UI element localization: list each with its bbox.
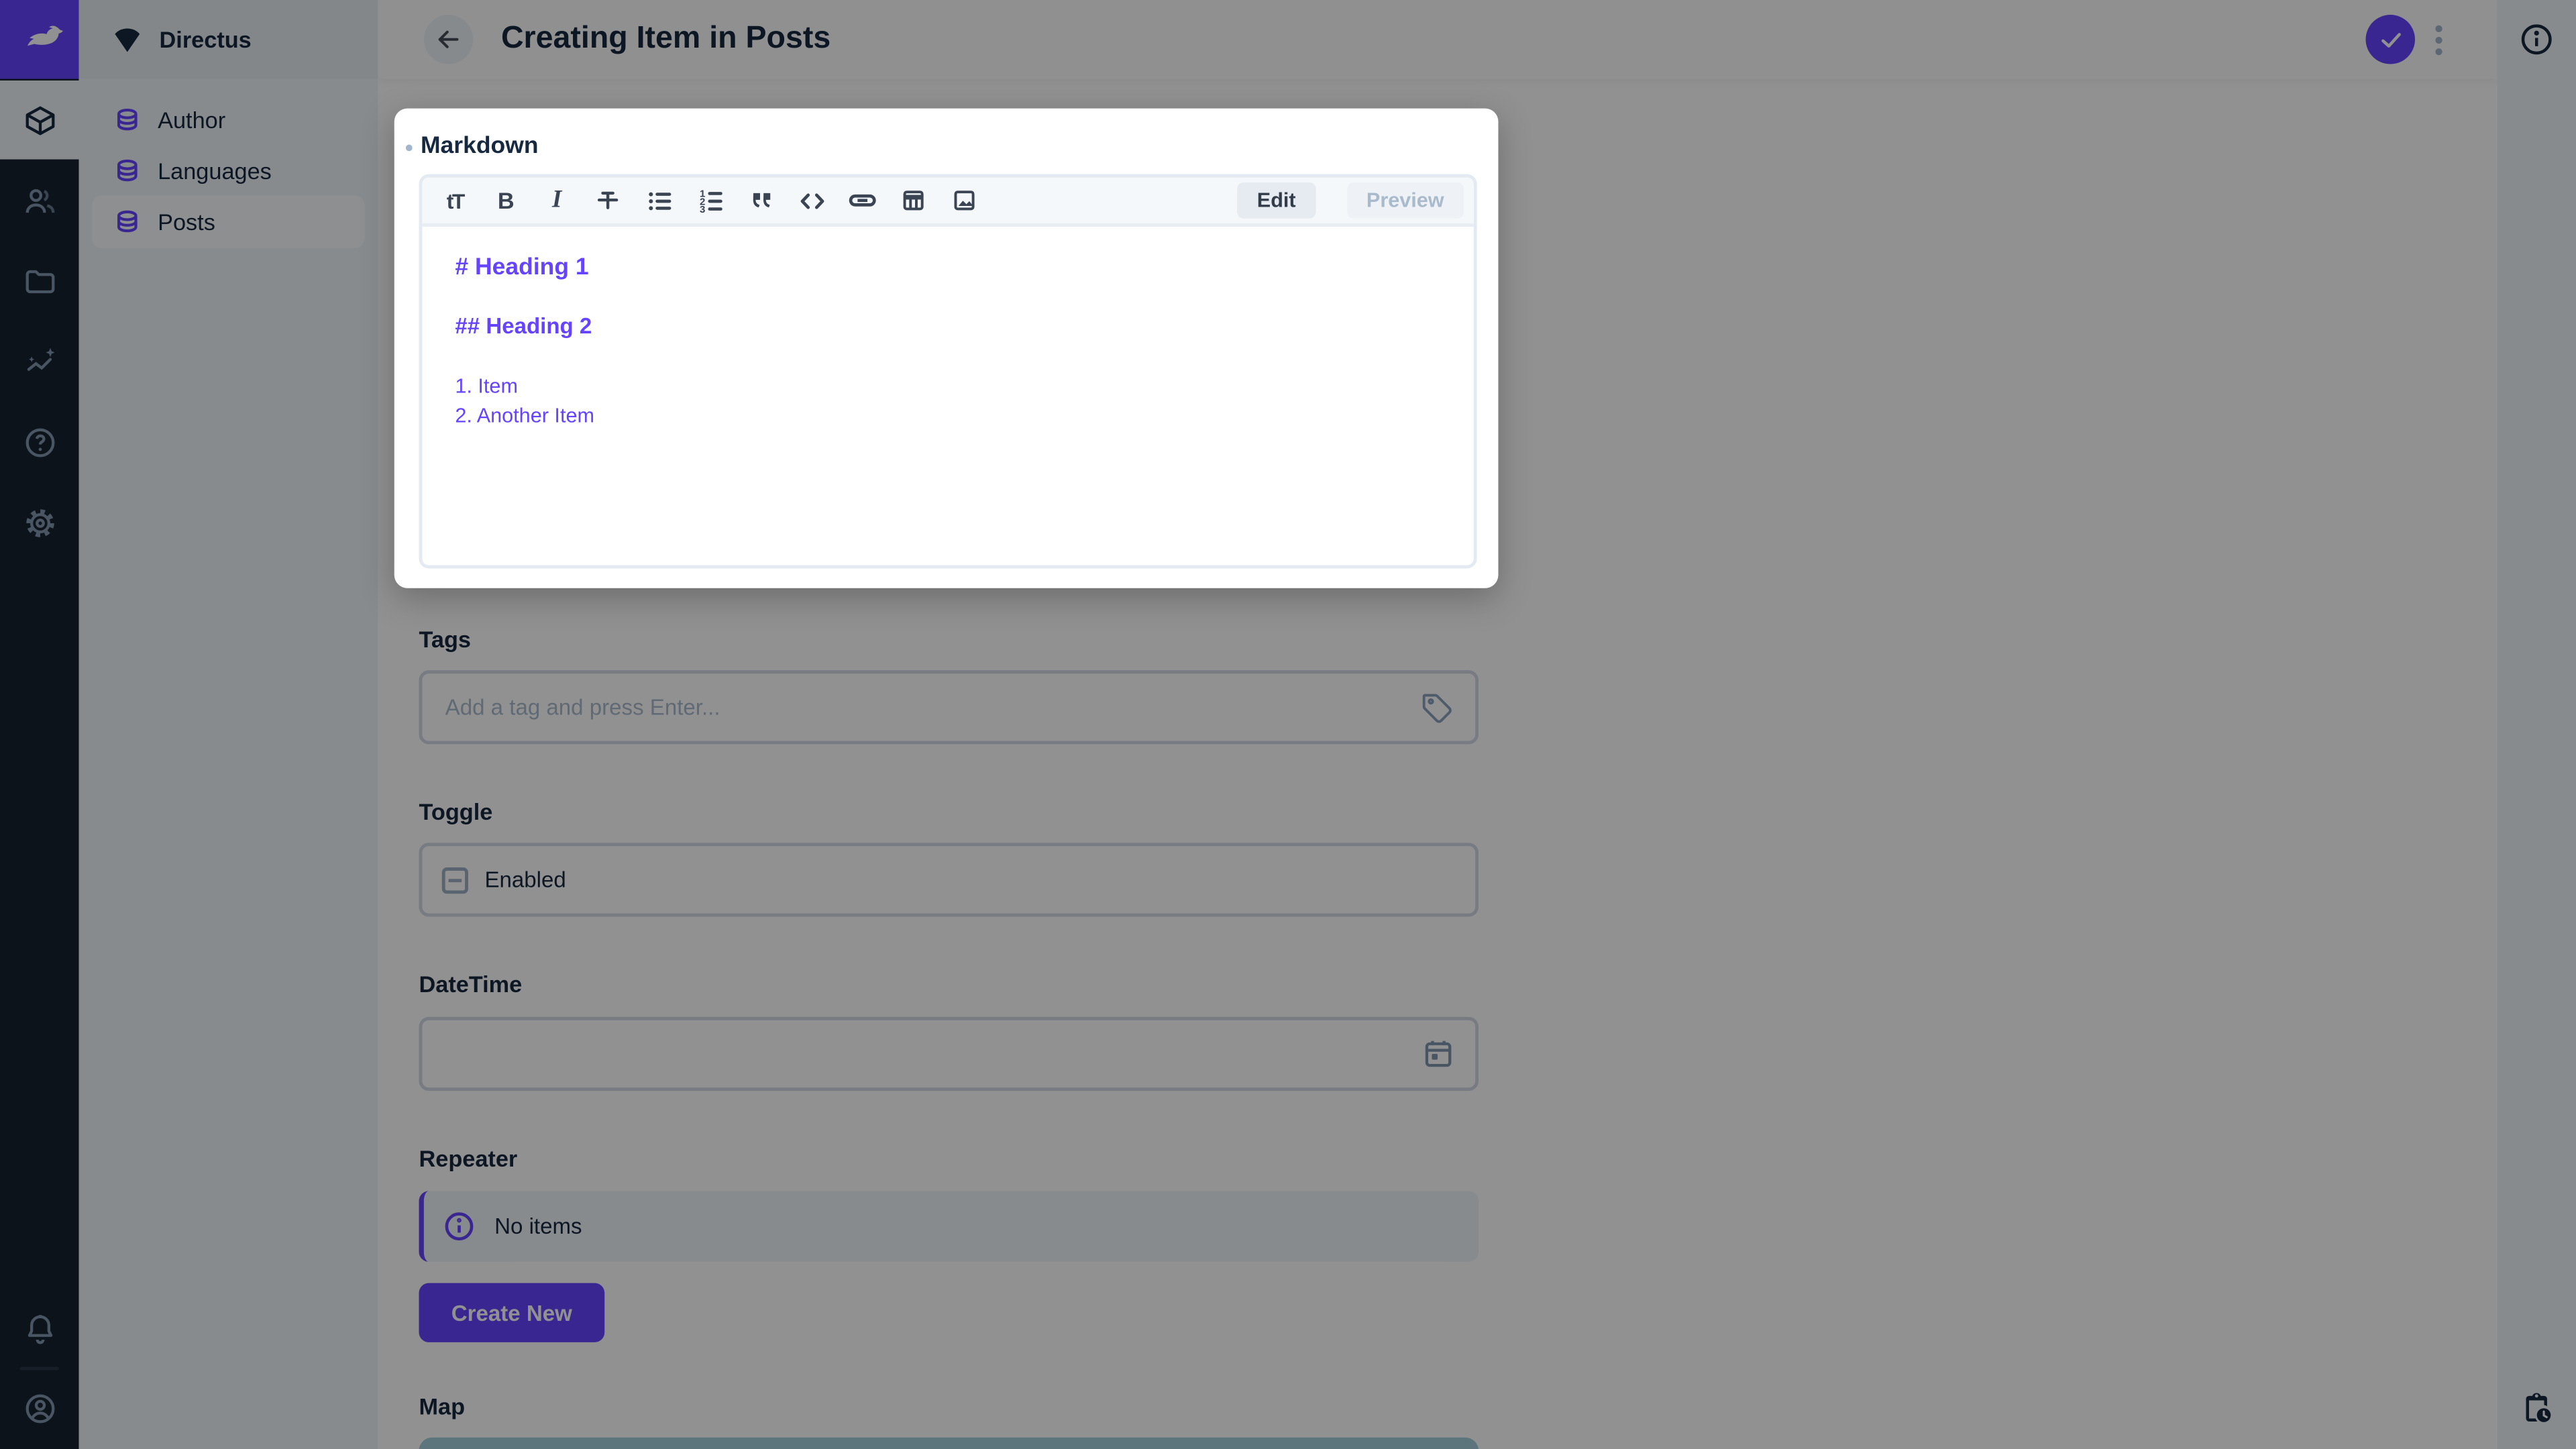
markdown-line: # Heading 1 (455, 254, 589, 281)
numbered-list-icon[interactable]: 123 (695, 186, 724, 215)
table-icon[interactable] (899, 186, 928, 215)
image-icon[interactable] (950, 186, 979, 215)
preview-tab[interactable]: Preview (1346, 182, 1464, 219)
svg-text:3: 3 (699, 203, 704, 215)
italic-icon[interactable]: I (542, 186, 572, 215)
markdown-line: ## Heading 2 (455, 313, 592, 339)
app-window: Directus Author Languages Posts Creating… (0, 0, 2576, 1449)
edit-tab[interactable]: Edit (1237, 182, 1316, 219)
markdown-field-label: Markdown (405, 133, 539, 160)
heading-icon[interactable]: tT (440, 186, 470, 215)
bullet-list-icon[interactable] (644, 186, 674, 215)
markdown-field-card: Markdown tT B I 123 Edit Preview # Headi… (394, 108, 1499, 588)
markdown-toolbar: tT B I 123 Edit Preview (422, 177, 1474, 227)
link-icon[interactable] (848, 186, 877, 215)
markdown-editor: tT B I 123 Edit Preview # Heading 1 ## H… (419, 174, 1477, 569)
bold-icon[interactable]: B (491, 186, 521, 215)
markdown-textarea[interactable]: # Heading 1 ## Heading 2 1. Item 2. Anot… (422, 227, 1473, 457)
blockquote-icon[interactable] (746, 186, 775, 215)
markdown-line: 2. Another Item (455, 404, 594, 427)
markdown-line: 1. Item (455, 374, 518, 398)
strikethrough-icon[interactable] (593, 186, 623, 215)
code-icon[interactable] (797, 186, 826, 215)
